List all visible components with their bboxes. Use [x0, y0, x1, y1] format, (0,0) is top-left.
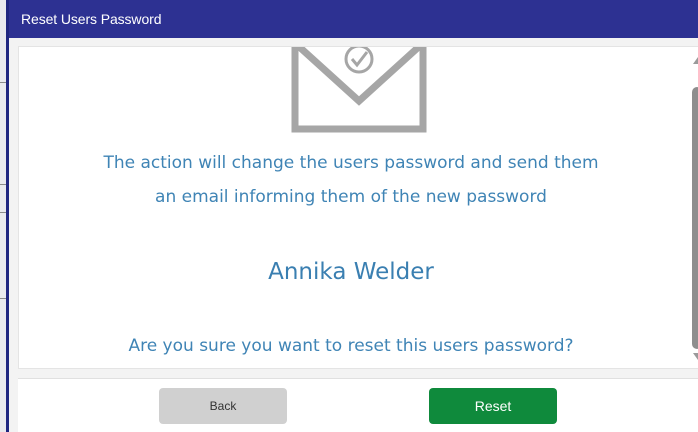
vertical-scrollbar[interactable] — [689, 47, 698, 368]
user-name: Annika Welder — [268, 259, 434, 285]
dialog-footer: Back Reset — [18, 378, 698, 432]
confirm-question: Are you sure you want to reset this user… — [128, 336, 574, 356]
back-button[interactable]: Back — [159, 388, 287, 424]
reset-button[interactable]: Reset — [429, 388, 557, 424]
message-line-1: The action will change the users passwor… — [103, 153, 599, 173]
message-line-2: an email informing them of the new passw… — [155, 187, 547, 207]
background-window-edge — [0, 0, 9, 432]
app-window: Reset Users Password The action will cha… — [0, 0, 698, 432]
dialog-titlebar: Reset Users Password — [9, 0, 698, 38]
envelope-check-icon — [291, 47, 427, 139]
scroll-thumb[interactable] — [692, 87, 698, 349]
reset-password-dialog: Reset Users Password The action will cha… — [9, 0, 698, 432]
dialog-content: The action will change the users passwor… — [18, 46, 698, 369]
dialog-title: Reset Users Password — [21, 11, 162, 27]
scroll-down-arrow-icon[interactable] — [693, 353, 698, 360]
scroll-up-arrow-icon[interactable] — [693, 57, 698, 64]
